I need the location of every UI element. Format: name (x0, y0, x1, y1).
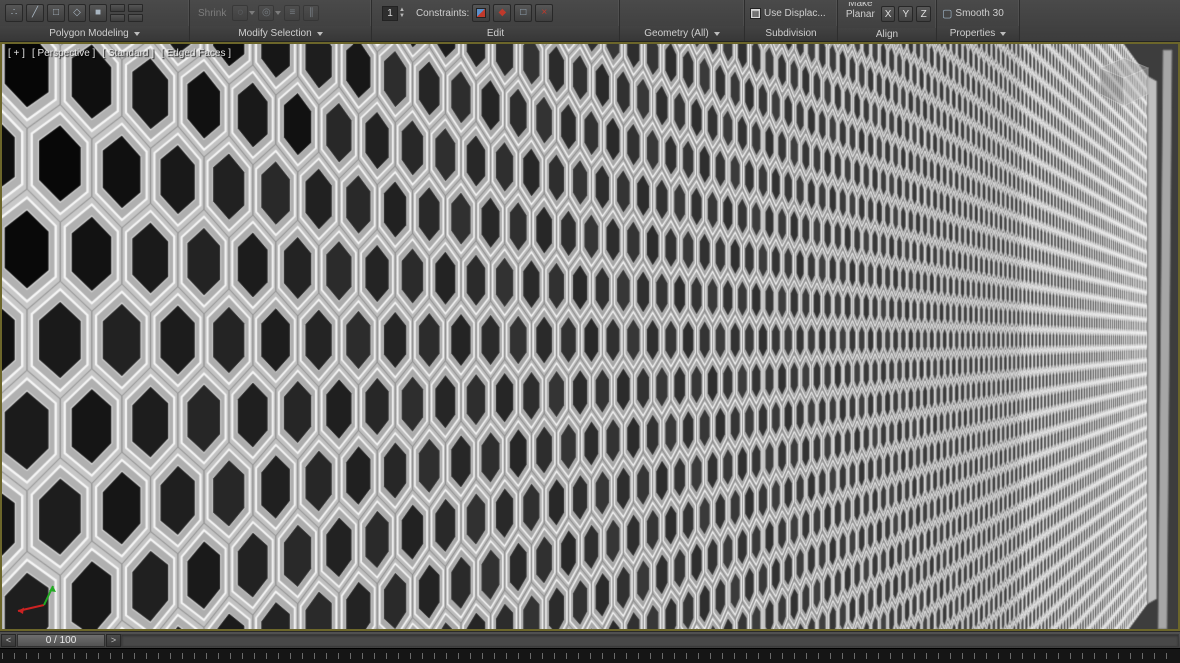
constraint-face-button[interactable]: □ (514, 4, 532, 22)
ribbon-section-properties: ▢ Smooth 30 Properties (937, 0, 1020, 41)
section-title: Subdivision (765, 28, 816, 39)
grow-ring-button[interactable]: ◎ (258, 5, 274, 21)
subdivision-tools: ▦ Use Displac... (745, 0, 837, 26)
section-label-geometry[interactable]: Geometry (All) (620, 26, 744, 41)
ribbon-section-polygon-modeling: ∴ ╱ □ ◇ ■ Polygon Modeling (0, 0, 190, 41)
constraint-normal-icon: × (541, 8, 547, 18)
constraint-face-icon: □ (520, 8, 526, 18)
section-label-modify-selection[interactable]: Modify Selection (190, 26, 371, 41)
time-slider-bar: < 0 / 100 > (0, 631, 1180, 648)
edit-tools: 1 ▲▼ Constraints: ◆ □ × (372, 0, 619, 26)
edge-icon: ╱ (32, 8, 38, 18)
viewport: [ + ] [ Perspective ] [ Standard ] [ Edg… (0, 42, 1180, 631)
edit-value-spinner[interactable]: 1 ▲▼ (382, 6, 405, 21)
make-planar-line2: Planar (846, 9, 875, 20)
polygon-mode-button[interactable]: ◇ (68, 4, 86, 22)
loop-mode-button[interactable]: ≡ (284, 5, 300, 21)
caret-down-icon (317, 32, 323, 36)
constraint-none-icon (476, 8, 486, 18)
section-label-align[interactable]: Align (838, 28, 936, 41)
viewport-menu-general[interactable]: [ + ] (8, 48, 25, 59)
make-planar-button[interactable]: Make Planar (843, 2, 878, 26)
ribbon-empty-area (1020, 0, 1180, 41)
caret-down-icon (275, 11, 281, 15)
section-label-properties[interactable]: Properties (937, 26, 1019, 41)
modifier-toggle-button[interactable] (128, 14, 143, 22)
track-bar-ticks (2, 653, 1178, 659)
viewport-menu-style[interactable]: [ Edged Faces ] (161, 48, 231, 59)
grow-loop-button[interactable]: ◌ (232, 5, 248, 21)
properties-tools: ▢ Smooth 30 (937, 0, 1019, 26)
viewcube[interactable] (1092, 54, 1156, 112)
viewport-canvas[interactable] (2, 44, 1178, 629)
loop-icon: ◌ (237, 8, 243, 18)
x-axis-arrow-icon (18, 608, 24, 615)
section-title: Align (876, 29, 898, 40)
vertex-mode-button[interactable]: ∴ (5, 4, 23, 22)
viewport-menu-shading[interactable]: [ Standard ] (102, 48, 154, 59)
element-icon: ■ (95, 8, 101, 18)
constraint-edge-button[interactable]: ◆ (493, 4, 511, 22)
modify-selection-tools: Shrink ◌ ◎ ≡ ∥ (190, 0, 371, 26)
shrink-button[interactable]: Shrink (198, 8, 226, 19)
constraint-normal-button[interactable]: × (535, 4, 553, 22)
caret-down-icon (714, 32, 720, 36)
section-title: Edit (487, 28, 504, 39)
ring-mode-icon: ∥ (309, 8, 314, 18)
geometry-tools (620, 0, 744, 26)
planar-x-button[interactable]: X (881, 6, 896, 22)
viewport-menu-pov[interactable]: [ Perspective ] (32, 48, 95, 59)
previous-frame-button[interactable]: < (1, 634, 16, 647)
section-label-polygon-modeling[interactable]: Polygon Modeling (0, 26, 189, 41)
planar-z-button[interactable]: Z (916, 6, 931, 22)
element-mode-button[interactable]: ■ (89, 4, 107, 22)
ribbon-section-subdivision: ▦ Use Displac... Subdivision (745, 0, 838, 41)
planar-y-button[interactable]: Y (898, 6, 913, 22)
section-label-edit[interactable]: Edit (372, 26, 619, 41)
vertex-icon: ∴ (11, 8, 17, 18)
time-slider-handle[interactable]: 0 / 100 (17, 634, 105, 647)
caret-down-icon (249, 11, 255, 15)
border-mode-button[interactable]: □ (47, 4, 65, 22)
border-icon: □ (53, 8, 59, 18)
section-title: Properties (950, 28, 996, 39)
track-bar[interactable] (0, 648, 1180, 663)
time-slider-track[interactable] (121, 634, 1179, 647)
ribbon-section-modify-selection: Shrink ◌ ◎ ≡ ∥ Modify Selection (190, 0, 372, 41)
preview-multi-button[interactable] (110, 14, 125, 22)
ring-icon: ◎ (262, 8, 271, 18)
smooth-30-button[interactable]: Smooth 30 (955, 8, 1003, 19)
ribbon-section-edit: 1 ▲▼ Constraints: ◆ □ × Edit (372, 0, 620, 41)
ribbon-toolbar: ∴ ╱ □ ◇ ■ Polygon Modeling Shrink ◌ (0, 0, 1180, 42)
caret-down-icon (1000, 32, 1006, 36)
viewport-label: [ + ] [ Perspective ] [ Standard ] [ Edg… (8, 48, 231, 59)
make-planar-line1: Make (848, 2, 872, 9)
polygon-modeling-tools: ∴ ╱ □ ◇ ■ (0, 0, 189, 26)
section-title: Polygon Modeling (49, 28, 129, 39)
loop-mode-icon: ≡ (289, 8, 295, 18)
next-frame-button[interactable]: > (106, 634, 121, 647)
spinner-arrows-icon[interactable]: ▲▼ (398, 6, 405, 21)
polygon-icon: ◇ (73, 8, 81, 18)
constraint-edge-icon: ◆ (498, 8, 506, 18)
use-displacement-label[interactable]: Use Displac... (764, 8, 826, 19)
section-label-subdivision[interactable]: Subdivision (745, 26, 837, 41)
spinner-value[interactable]: 1 (382, 6, 398, 21)
section-title: Geometry (All) (644, 28, 708, 39)
ring-mode-button[interactable]: ∥ (303, 5, 319, 21)
preview-subobject-button[interactable] (110, 4, 125, 12)
caret-down-icon (134, 32, 140, 36)
y-axis-arrow-icon (49, 586, 56, 592)
smooth-icon: ▢ (942, 7, 952, 20)
ribbon-section-align: Make Planar X Y Z Align (838, 0, 937, 41)
section-title: Modify Selection (238, 28, 311, 39)
align-tools: Make Planar X Y Z (838, 0, 936, 28)
constraints-label: Constraints: (416, 8, 469, 19)
ribbon-section-geometry: Geometry (All) (620, 0, 745, 41)
edge-mode-button[interactable]: ╱ (26, 4, 44, 22)
collapse-stack-button[interactable] (128, 4, 143, 12)
constraint-none-button[interactable] (472, 4, 490, 22)
world-axis-gizmo (10, 579, 64, 621)
use-displacement-checkbox[interactable]: ▦ (750, 8, 761, 19)
